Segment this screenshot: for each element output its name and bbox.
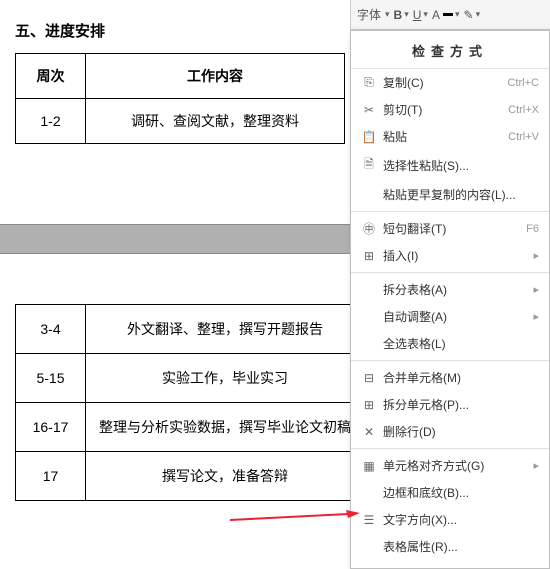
table-row[interactable]: 3-4 外文翻译、整理，撰写开题报告 bbox=[16, 305, 365, 354]
menu-header: 检查方式 bbox=[351, 33, 549, 69]
schedule-table-2[interactable]: 3-4 外文翻译、整理，撰写开题报告 5-15 实验工作，毕业实习 16-17 … bbox=[15, 304, 365, 501]
table-row[interactable]: 5-15 实验工作，毕业实习 bbox=[16, 354, 365, 403]
split-icon: ⊞ bbox=[359, 398, 379, 412]
menu-cut[interactable]: ✂ 剪切(T) Ctrl+X bbox=[351, 96, 549, 123]
merge-icon: ⊟ bbox=[359, 371, 379, 385]
menu-separator bbox=[351, 211, 549, 212]
cell-week[interactable]: 17 bbox=[16, 452, 86, 501]
table-row[interactable]: 16-17 整理与分析实验数据，撰写毕业论文初稿 bbox=[16, 403, 365, 452]
menu-translate[interactable]: ㊥ 短句翻译(T) F6 bbox=[351, 215, 549, 242]
paste-special-icon: 🗎 bbox=[359, 155, 379, 176]
menu-paste[interactable]: 📋 粘贴 Ctrl+V bbox=[351, 123, 549, 150]
cell-week[interactable]: 16-17 bbox=[16, 403, 86, 452]
translate-icon: ㊥ bbox=[359, 220, 379, 237]
menu-separator bbox=[351, 448, 549, 449]
chevron-right-icon: ▸ bbox=[533, 459, 539, 472]
delete-row-icon: ✕ bbox=[359, 425, 379, 439]
cell-task[interactable]: 实验工作，毕业实习 bbox=[86, 354, 365, 403]
menu-merge-cells[interactable]: ⊟ 合并单元格(M) bbox=[351, 364, 549, 391]
menu-copy[interactable]: ⎘ 复制(C) Ctrl+C bbox=[351, 69, 549, 96]
menu-table-properties[interactable]: 表格属性(R)... bbox=[351, 533, 549, 560]
table-row[interactable]: 17 撰写论文，准备答辩 bbox=[16, 452, 365, 501]
menu-borders[interactable]: 边框和底纹(B)... bbox=[351, 479, 549, 506]
underline-button[interactable]: U bbox=[413, 8, 422, 22]
menu-separator bbox=[351, 272, 549, 273]
bold-button[interactable]: B bbox=[394, 8, 403, 22]
font-label: 字体 bbox=[357, 6, 381, 23]
cell-week[interactable]: 3-4 bbox=[16, 305, 86, 354]
cell-task[interactable]: 调研、查阅文献，整理资料 bbox=[86, 99, 345, 144]
menu-cell-align[interactable]: ▦ 单元格对齐方式(G) ▸ bbox=[351, 452, 549, 479]
cell-week[interactable]: 1-2 bbox=[16, 99, 86, 144]
copy-icon: ⎘ bbox=[359, 75, 379, 90]
menu-insert[interactable]: ⊞ 插入(I) ▸ bbox=[351, 242, 549, 269]
chevron-right-icon: ▸ bbox=[533, 283, 539, 296]
header-task[interactable]: 工作内容 bbox=[86, 54, 345, 99]
context-menu: 检查方式 ⎘ 复制(C) Ctrl+C ✂ 剪切(T) Ctrl+X 📋 粘贴 … bbox=[350, 30, 550, 569]
menu-separator bbox=[351, 360, 549, 361]
paste-icon: 📋 bbox=[359, 130, 379, 144]
menu-text-direction[interactable]: ☰ 文字方向(X)... bbox=[351, 506, 549, 533]
dropdown-icon[interactable]: ▾ bbox=[385, 9, 390, 20]
header-week[interactable]: 周次 bbox=[16, 54, 86, 99]
format-toolbar: 字体 ▾ B ▾ U ▾ A ▾ ✎ ▾ bbox=[350, 0, 550, 30]
menu-autofit[interactable]: 自动调整(A) ▸ bbox=[351, 303, 549, 330]
menu-paste-special[interactable]: 🗎 选择性粘贴(S)... bbox=[351, 150, 549, 181]
chevron-right-icon: ▸ bbox=[533, 310, 539, 323]
cell-task[interactable]: 撰写论文，准备答辩 bbox=[86, 452, 365, 501]
font-color-button[interactable]: A bbox=[432, 8, 440, 22]
cell-week[interactable]: 5-15 bbox=[16, 354, 86, 403]
table-row[interactable]: 1-2 调研、查阅文献，整理资料 bbox=[16, 99, 345, 144]
text-direction-icon: ☰ bbox=[359, 513, 379, 527]
menu-split-cells[interactable]: ⊞ 拆分单元格(P)... bbox=[351, 391, 549, 418]
schedule-table-1[interactable]: 周次 工作内容 1-2 调研、查阅文献，整理资料 bbox=[15, 53, 345, 144]
align-icon: ▦ bbox=[359, 459, 379, 473]
cell-task[interactable]: 外文翻译、整理，撰写开题报告 bbox=[86, 305, 365, 354]
menu-paste-earlier[interactable]: 粘贴更早复制的内容(L)... bbox=[351, 181, 549, 208]
menu-split-table[interactable]: 拆分表格(A) ▸ bbox=[351, 276, 549, 303]
cut-icon: ✂ bbox=[359, 103, 379, 117]
cell-task[interactable]: 整理与分析实验数据，撰写毕业论文初稿 bbox=[86, 403, 365, 452]
chevron-right-icon: ▸ bbox=[533, 249, 539, 262]
menu-select-table[interactable]: 全选表格(L) bbox=[351, 330, 549, 357]
highlight-button[interactable]: ✎ bbox=[464, 8, 474, 22]
insert-icon: ⊞ bbox=[359, 249, 379, 263]
menu-delete-row[interactable]: ✕ 删除行(D) bbox=[351, 418, 549, 445]
